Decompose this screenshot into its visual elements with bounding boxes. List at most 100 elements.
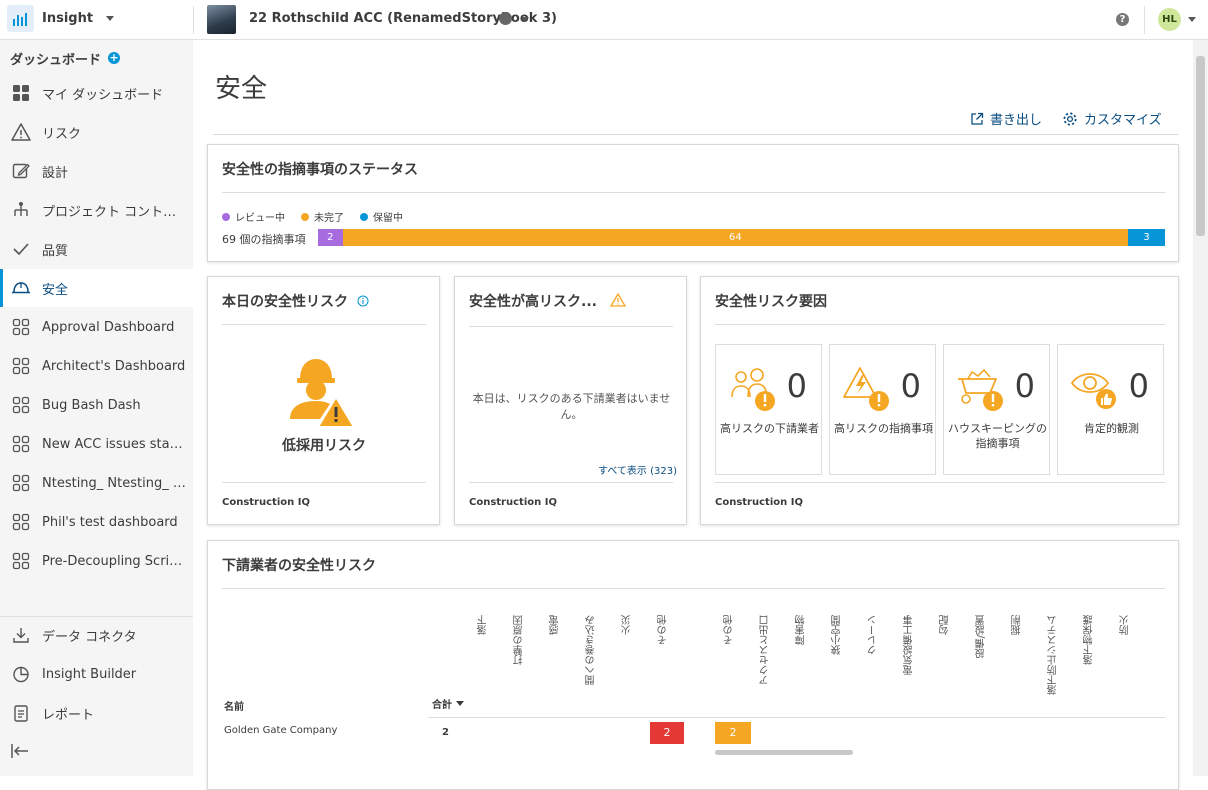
card-footer: Construction IQ xyxy=(715,497,803,508)
column-header[interactable]: 打撃の原因 xyxy=(512,615,527,665)
add-dashboard-icon[interactable]: + xyxy=(108,52,120,64)
column-header[interactable]: 落下物保護 xyxy=(1082,615,1097,665)
dashboard-icon xyxy=(11,473,31,493)
column-header[interactable]: 電気設備工事 xyxy=(902,615,917,675)
legend-label: 保留中 xyxy=(373,213,403,224)
column-header[interactable]: 狭小空間 xyxy=(830,615,845,655)
sidebar-item-phils-test[interactable]: Phil's test dashboard xyxy=(0,503,193,541)
column-header[interactable]: 掘削 xyxy=(1010,615,1025,635)
report-icon xyxy=(11,703,31,723)
dashboard-icon xyxy=(11,317,31,337)
column-header[interactable]: 障害物 xyxy=(794,615,809,645)
sidebar-item-label: プロジェクト コントロ... xyxy=(42,204,187,220)
page-title: 安全 xyxy=(215,74,268,104)
legend-item-open[interactable]: 未完了 xyxy=(301,209,344,224)
column-header[interactable]: 勾配 xyxy=(938,615,953,635)
column-header-name[interactable]: 名前 xyxy=(224,698,244,713)
subcontractor-name[interactable]: Golden Gate Company xyxy=(224,725,337,736)
column-header[interactable]: その他 xyxy=(722,615,737,645)
sidebar-item-label: 安全 xyxy=(42,282,69,298)
card-title: 本日の安全性リスク xyxy=(222,291,369,311)
factor-high-risk-subcontractors[interactable]: 0 高リスクの下請業者 xyxy=(715,344,822,475)
sidebar-item-data-connector[interactable]: データ コネクタ xyxy=(0,616,193,654)
divider xyxy=(222,588,1165,589)
customize-button[interactable]: カスタマイズ xyxy=(1062,109,1162,128)
help-icon[interactable]: ? xyxy=(1116,13,1129,26)
bar-segment-in-review[interactable]: 2 xyxy=(318,229,343,246)
customize-label: カスタマイズ xyxy=(1084,113,1162,128)
factor-value: 0 xyxy=(786,367,807,405)
legend-label: レビュー中 xyxy=(235,213,285,224)
insight-logo-icon[interactable] xyxy=(7,5,34,32)
sidebar-item-insight-builder[interactable]: Insight Builder xyxy=(0,655,193,693)
sidebar-item-ntesting[interactable]: Ntesting_ Ntesting_ N... xyxy=(0,464,193,502)
column-header[interactable]: その他 xyxy=(656,615,671,645)
globe-icon xyxy=(499,12,512,25)
subcontractor-safety-risk-card: 下請業者の安全性リスク 名前 合計 落下 打撃の原因 感電 間への巻き込み 火災… xyxy=(207,540,1179,790)
card-title-text: 安全性が高リスク... xyxy=(469,294,597,310)
sidebar-item-design[interactable]: 設計 xyxy=(0,152,193,190)
dashboard-icon xyxy=(11,434,31,454)
column-header[interactable]: 防火 xyxy=(1118,615,1133,635)
factor-high-risk-issues[interactable]: 0 高リスクの指摘事項 xyxy=(829,344,936,475)
column-header[interactable]: 火災 xyxy=(620,615,635,635)
status-stacked-bar: 2 64 3 xyxy=(318,229,1165,246)
horizontal-scrollbar[interactable] xyxy=(715,750,853,755)
sidebar-item-new-acc-issues[interactable]: New ACC issues status... xyxy=(0,425,193,463)
column-header[interactable]: アクセスと出口 xyxy=(758,615,773,685)
column-header[interactable]: 間への巻き込み xyxy=(584,615,599,685)
avatar[interactable]: HL xyxy=(1158,8,1181,31)
issue-count-label: 69 個の指摘事項 xyxy=(222,233,306,246)
export-button[interactable]: 書き出し xyxy=(970,109,1042,128)
sidebar-item-safety[interactable]: 安全 xyxy=(0,269,193,307)
divider xyxy=(715,482,1165,483)
column-header[interactable]: 感電 xyxy=(548,615,563,635)
sidebar-item-project-control[interactable]: プロジェクト コントロ... xyxy=(0,191,193,229)
column-header[interactable]: 設備/設置 xyxy=(974,615,989,658)
sidebar-item-approval-dashboard[interactable]: Approval Dashboard xyxy=(0,308,193,346)
vertical-scrollbar-thumb[interactable] xyxy=(1196,56,1205,236)
chevron-down-icon[interactable] xyxy=(1188,17,1196,22)
column-header[interactable]: クレーン xyxy=(866,615,881,655)
app-switcher[interactable]: Insight xyxy=(42,11,114,26)
card-title: 安全性リスク要因 xyxy=(715,294,827,310)
factor-positive-observations[interactable]: 0 肯定的観測 xyxy=(1057,344,1164,475)
sidebar-item-my-dashboard[interactable]: マイ ダッシュボード xyxy=(0,74,193,112)
safety-issue-status-card: 安全性の指摘事項のステータス レビュー中 未完了 保留中 69 個の指摘事項 2… xyxy=(207,144,1179,262)
sidebar-item-label: Insight Builder xyxy=(42,666,137,682)
column-header-total[interactable]: 合計 xyxy=(432,696,464,711)
legend-item-on-hold[interactable]: 保留中 xyxy=(360,209,403,224)
sidebar-item-label: Architect's Dashboard xyxy=(42,358,186,374)
bar-segment-on-hold[interactable]: 3 xyxy=(1128,229,1165,246)
divider xyxy=(1144,6,1145,34)
sidebar-item-quality[interactable]: 品質 xyxy=(0,230,193,268)
factor-label: 肯定的観測 xyxy=(1084,422,1139,435)
sidebar-item-label: New ACC issues status... xyxy=(42,436,187,452)
sidebar-item-label: Bug Bash Dash xyxy=(42,397,141,413)
chevron-down-icon xyxy=(105,16,114,21)
legend-item-in-review[interactable]: レビュー中 xyxy=(222,209,285,224)
risk-cell-medium[interactable]: 2 xyxy=(715,722,751,744)
sidebar-item-risk[interactable]: リスク xyxy=(0,113,193,151)
chevron-down-icon[interactable] xyxy=(521,17,529,22)
column-header[interactable]: 落下防止システム xyxy=(1046,615,1061,695)
todays-safety-risk-card: 本日の安全性リスク 低採用リスク Construction IQ xyxy=(207,276,440,525)
sidebar-item-architects-dashboard[interactable]: Architect's Dashboard xyxy=(0,347,193,385)
bar-segment-open[interactable]: 64 xyxy=(342,229,1129,246)
column-header[interactable]: 落下 xyxy=(476,615,491,635)
info-icon[interactable] xyxy=(357,295,369,307)
sidebar-item-bug-bash-dash[interactable]: Bug Bash Dash xyxy=(0,386,193,424)
table-row[interactable]: Golden Gate Company 2 2 2 xyxy=(208,719,1178,747)
workers-warning-icon xyxy=(731,368,775,411)
divider xyxy=(428,717,1165,718)
column-header-label: 合計 xyxy=(432,700,452,711)
sidebar-item-report[interactable]: レポート xyxy=(0,694,193,732)
legend-dot xyxy=(301,212,309,221)
view-all-link[interactable]: すべて表示 (323) xyxy=(598,462,677,477)
divider xyxy=(222,192,1165,193)
collapse-sidebar-icon[interactable] xyxy=(11,743,29,763)
risk-cell-high[interactable]: 2 xyxy=(650,722,684,744)
eye-thumbs-up-icon xyxy=(1070,373,1116,409)
sidebar-item-pre-decoupling[interactable]: Pre-Decoupling Script ... xyxy=(0,542,193,580)
factor-housekeeping-issues[interactable]: 0 ハウスキーピングの指摘事項 xyxy=(943,344,1050,475)
